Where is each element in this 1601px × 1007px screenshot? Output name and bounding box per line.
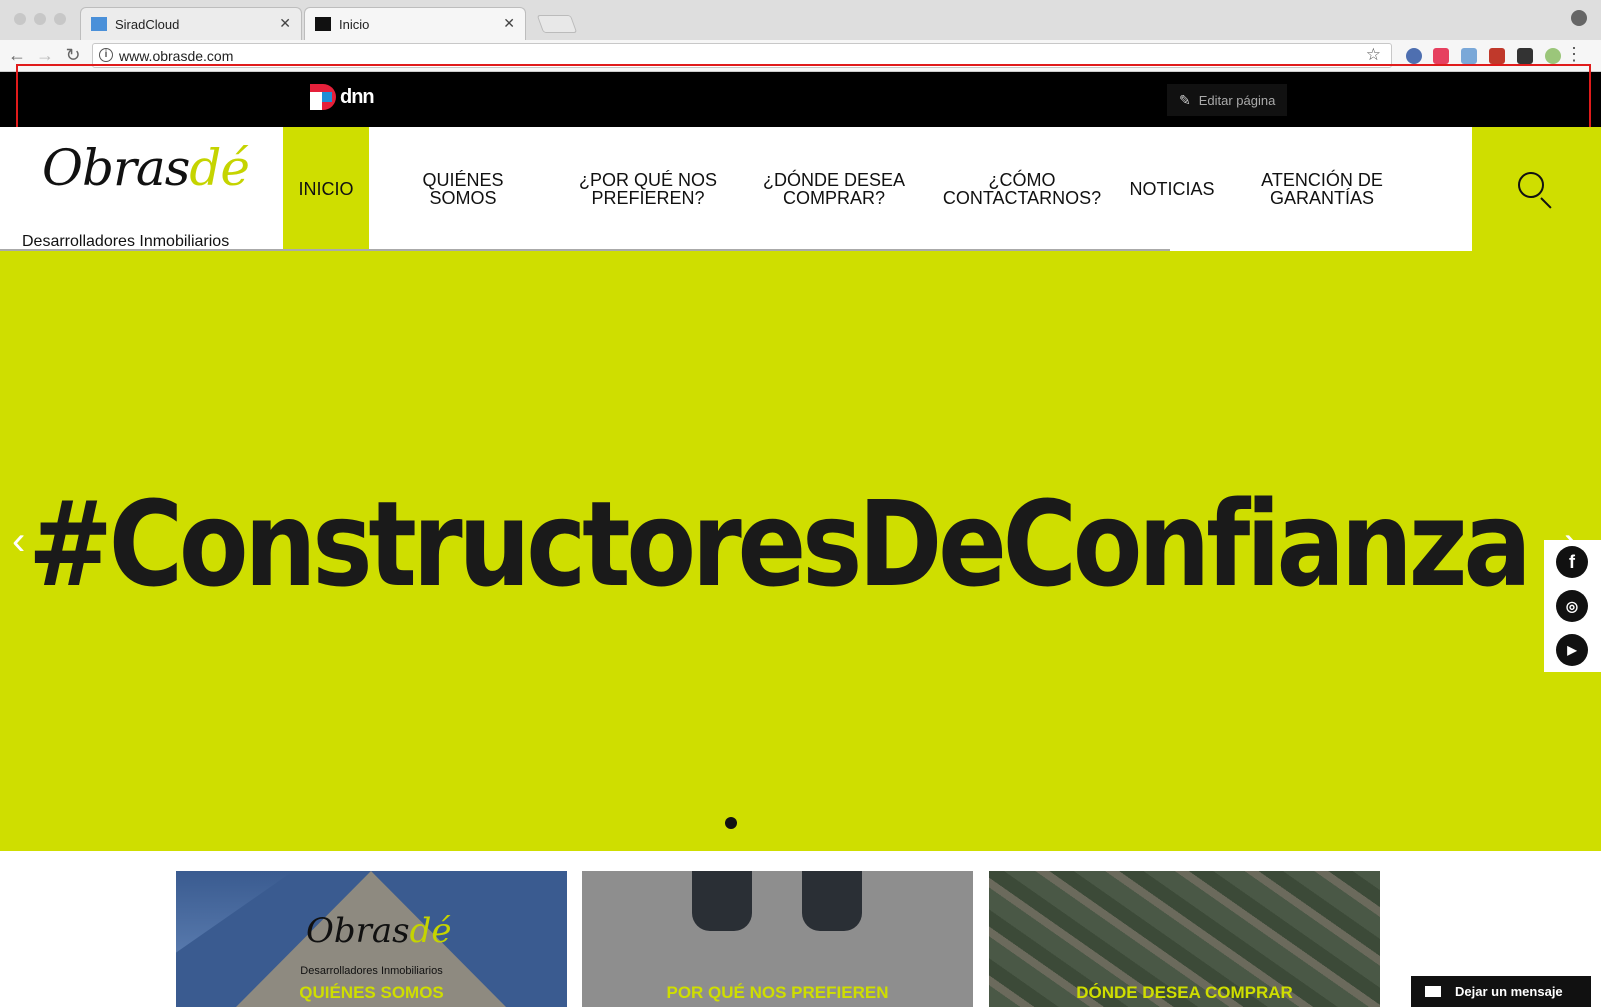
tab-siradcloud[interactable]: SiradCloud ✕ [80,7,302,40]
minimize-window-button[interactable] [34,13,46,25]
tab-title: Inicio [339,16,370,32]
nav-item-donde-desea-comprar[interactable]: ¿DÓNDE DESEA COMPRAR? [752,127,916,251]
tab-inicio[interactable]: Inicio ✕ [304,7,526,40]
extension-icon[interactable] [1406,48,1422,64]
nav-item-atencion-de-garantias[interactable]: ATENCIÓN DE GARANTÍAS [1252,127,1392,251]
hero-slider: #ConstructoresDeConfianza ‹ › [0,251,1601,851]
card-logo: Obrasdé [306,911,452,951]
extension-icon[interactable] [1489,48,1505,64]
search-button[interactable] [1472,127,1601,251]
search-icon [1518,172,1544,198]
nav-item-noticias[interactable]: NOTICIAS [1120,127,1224,251]
browser-tab-bar: SiradCloud ✕ Inicio ✕ [0,0,1601,40]
nav-item-como-contactarnos[interactable]: ¿CÓMO CONTACTARNOS? [935,127,1109,251]
forward-arrow-icon[interactable]: → [34,45,56,66]
siradcloud-favicon-icon [91,17,107,31]
envelope-icon [1425,986,1441,997]
facebook-icon[interactable]: f [1556,546,1588,578]
close-tab-icon[interactable]: ✕ [503,15,515,32]
profile-icon[interactable] [1571,10,1587,26]
reload-icon[interactable]: ↻ [62,45,84,66]
card-por-que-nos-prefieren[interactable]: POR QUÉ NOS PREFIEREN [582,871,973,1007]
tab-title: SiradCloud [115,16,180,32]
obrasde-favicon-icon [315,17,331,31]
slider-dot[interactable] [725,817,737,829]
social-sidebar: f ◎ ▶ [1544,540,1601,672]
extension-icon[interactable] [1433,48,1449,64]
instagram-icon[interactable]: ◎ [1556,590,1588,622]
slider-prev-arrow-icon[interactable]: ‹ [12,519,25,564]
nav-item-inicio[interactable]: INICIO [283,127,369,251]
menu-kebab-icon[interactable]: ⋮ [1565,44,1583,65]
new-tab-button[interactable] [536,15,578,33]
card-logo-tagline: Desarrolladores Inmobiliarios [300,965,443,977]
site-logo[interactable]: Obrasdé Desarrolladores Inmobiliarios [20,139,260,250]
card-label: QUIÉNES SOMOS [299,983,444,1002]
logo-wordmark: Obrasdé [42,139,250,197]
leave-message-button[interactable]: Dejar un mensaje [1411,976,1591,1007]
nav-item-por-que-nos-prefieren[interactable]: ¿POR QUÉ NOS PREFIEREN? [568,127,728,251]
extension-icon[interactable] [1545,48,1561,64]
highlight-box [16,64,1591,135]
zoom-window-button[interactable] [54,13,66,25]
card-label: DÓNDE DESEA COMPRAR [1076,983,1293,1002]
bookmark-star-icon[interactable]: ☆ [1366,45,1381,65]
hero-headline: #ConstructoresDeConfianza [28,475,1532,613]
back-arrow-icon[interactable]: ← [6,45,28,66]
info-icon[interactable]: i [99,48,113,62]
card-label: POR QUÉ NOS PREFIEREN [666,983,889,1002]
extension-icon[interactable] [1461,48,1477,64]
card-quienes-somos[interactable]: Obrasdé Desarrolladores Inmobiliarios QU… [176,871,567,1007]
close-tab-icon[interactable]: ✕ [279,15,291,32]
leave-message-label: Dejar un mensaje [1455,984,1563,999]
youtube-icon[interactable]: ▶ [1556,634,1588,666]
extension-icon[interactable] [1517,48,1533,64]
card-donde-desea-comprar[interactable]: DÓNDE DESEA COMPRAR [989,871,1380,1007]
nav-item-quienes-somos[interactable]: QUIÉNES SOMOS [400,127,526,251]
url-text: www.obrasde.com [119,47,234,64]
site-header: Obrasdé Desarrolladores Inmobiliarios IN… [0,127,1601,251]
close-window-button[interactable] [14,13,26,25]
window-controls[interactable] [14,13,66,25]
